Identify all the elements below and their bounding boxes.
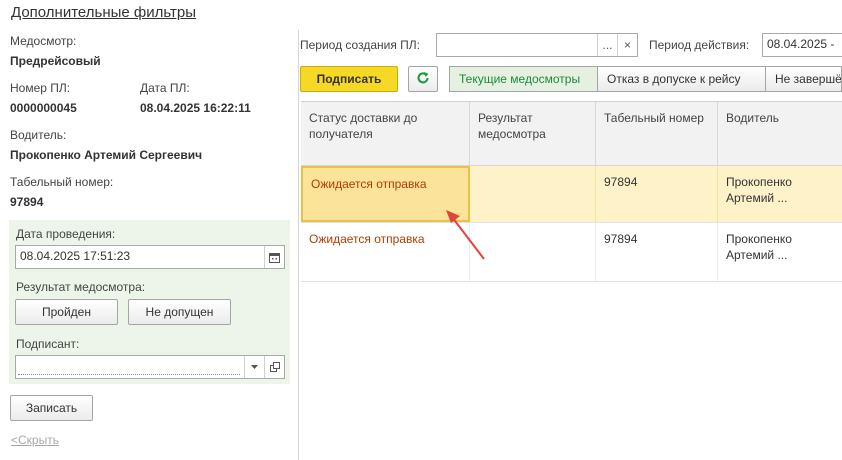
dropdown-arrow-icon[interactable]	[244, 356, 264, 378]
period-action-field[interactable]: 08.04.2025 -	[762, 33, 842, 57]
signer-field[interactable]	[15, 355, 285, 379]
open-icon[interactable]	[264, 356, 284, 378]
calendar-icon[interactable]	[264, 246, 284, 268]
column-driver[interactable]: Водитель	[718, 102, 842, 165]
exams-table: Статус доставки до получателя Результат …	[301, 101, 842, 282]
period-created-label: Период создания ПЛ:	[300, 38, 421, 52]
period-action-value: 08.04.2025 -	[767, 37, 835, 51]
driver-label: Водитель:	[10, 128, 67, 142]
tab-unfinished[interactable]: Не завершё	[765, 66, 842, 92]
tab-number-cell[interactable]: 97894	[596, 223, 718, 281]
tab-trip-denial[interactable]: Отказ в допуске к рейсу	[597, 66, 766, 92]
passed-button[interactable]: Пройден	[15, 299, 118, 325]
column-exam-result[interactable]: Результат медосмотра	[470, 102, 596, 165]
additional-filters-link[interactable]: Дополнительные фильтры	[11, 4, 196, 21]
medosmotr-value: Предрейсовый	[10, 54, 101, 68]
tab-current-exams[interactable]: Текущие медосмотры	[449, 66, 598, 92]
medosmotr-label: Медосмотр:	[10, 34, 77, 48]
save-button[interactable]: Записать	[10, 395, 93, 421]
exam-date-label: Дата проведения:	[16, 227, 116, 241]
period-created-field[interactable]: ... ×	[436, 33, 638, 57]
period-select-button[interactable]: ...	[597, 34, 617, 56]
table-row[interactable]: Ожидается отправка 97894 Прокопенко Арте…	[301, 223, 842, 282]
column-tab-number[interactable]: Табельный номер	[596, 102, 718, 165]
table-header: Статус доставки до получателя Результат …	[301, 102, 842, 166]
sign-button[interactable]: Подписать	[300, 66, 398, 92]
table-row[interactable]: Ожидается отправка 97894 Прокопенко Арте…	[301, 166, 842, 223]
period-action-label: Период действия:	[649, 38, 750, 52]
column-delivery-status[interactable]: Статус доставки до получателя	[301, 102, 470, 165]
data-pl-label: Дата ПЛ:	[140, 81, 190, 95]
tab-number-label: Табельный номер:	[10, 175, 114, 189]
nomer-pl-value: 0000000045	[10, 101, 77, 115]
not-admitted-button[interactable]: Не допущен	[128, 299, 231, 325]
annotation-arrow-icon	[446, 210, 485, 260]
exam-date-field[interactable]: 08.04.2025 17:51:23	[15, 245, 285, 269]
signer-label: Подписант:	[16, 337, 80, 351]
tab-number-cell[interactable]: 97894	[596, 166, 718, 222]
refresh-button[interactable]	[408, 66, 438, 92]
tab-number-value: 97894	[10, 195, 44, 209]
driver-cell[interactable]: Прокопенко Артемий ...	[718, 223, 842, 281]
data-pl-value: 08.04.2025 16:22:11	[140, 101, 251, 115]
driver-value: Прокопенко Артемий Сергеевич	[10, 148, 203, 162]
nomer-pl-label: Номер ПЛ:	[10, 81, 71, 95]
hide-link[interactable]: <Скрыть	[11, 433, 59, 447]
signer-underline	[18, 373, 240, 375]
clear-icon[interactable]: ×	[617, 34, 637, 56]
result-label: Результат медосмотра:	[16, 280, 146, 294]
panel-divider	[298, 30, 299, 460]
refresh-icon	[416, 71, 430, 88]
exam-date-value: 08.04.2025 17:51:23	[20, 249, 131, 263]
driver-cell[interactable]: Прокопенко Артемий ...	[718, 166, 842, 222]
